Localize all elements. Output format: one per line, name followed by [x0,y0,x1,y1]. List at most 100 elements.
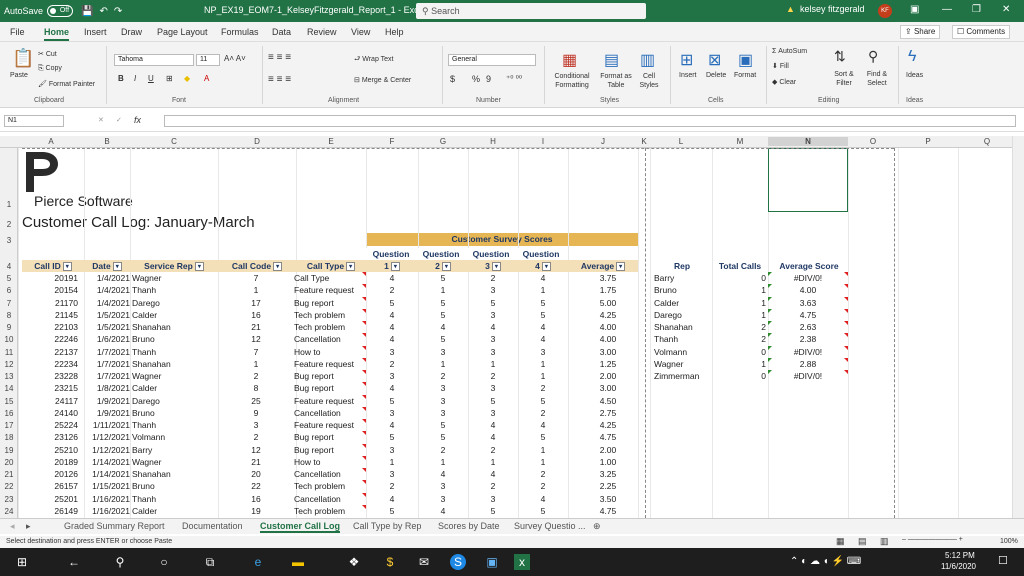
date-cell[interactable]: 1/7/2021 [84,358,130,370]
task-view-icon[interactable]: ⧉ [202,554,218,570]
rep-average-cell[interactable]: #DIV/0! [770,346,846,358]
average-cell[interactable]: 2.25 [578,480,638,492]
service-rep-cell[interactable]: Bruno [132,333,218,345]
normal-view-icon[interactable]: ▦ [836,536,845,547]
q2-cell[interactable]: 5 [418,309,468,321]
table-header[interactable]: Date ▾ [84,260,130,272]
average-cell[interactable]: 2.75 [578,407,638,419]
back-icon[interactable]: ← [66,554,82,570]
sheet-tab-survey[interactable]: Survey Questio ... [514,521,586,531]
call-type-cell[interactable]: Bug report [294,431,366,443]
call-type-cell[interactable]: Bug report [294,382,366,394]
notifications-icon[interactable]: ☐ [998,554,1008,567]
sheet-tab-documentation[interactable]: Documentation [182,521,243,531]
call-code-cell[interactable]: 16 [218,493,294,505]
q3-cell[interactable]: 2 [468,272,518,284]
call-code-cell[interactable]: 8 [218,382,294,394]
call-id-cell[interactable]: 24117 [22,395,78,407]
average-cell[interactable]: 4.50 [578,395,638,407]
filter-dropdown-icon[interactable]: ▾ [194,262,204,272]
q1-cell[interactable]: 4 [366,493,418,505]
q4-cell[interactable]: 4 [518,333,568,345]
call-id-cell[interactable]: 21170 [22,297,78,309]
service-rep-cell[interactable]: Bruno [132,480,218,492]
q4-cell[interactable]: 4 [518,321,568,333]
rep-average-cell[interactable]: 3.63 [770,297,846,309]
call-id-cell[interactable]: 22246 [22,333,78,345]
zoom-slider[interactable]: – ——————— + [902,536,963,543]
call-code-cell[interactable]: 16 [218,309,294,321]
filter-dropdown-icon[interactable]: ▾ [390,262,400,272]
q4-cell[interactable]: 5 [518,431,568,443]
call-code-cell[interactable]: 9 [218,407,294,419]
average-cell[interactable]: 4.25 [578,309,638,321]
call-id-cell[interactable]: 25224 [22,419,78,431]
date-cell[interactable]: 1/12/2021 [84,431,130,443]
rep-total-calls-cell[interactable]: 0 [712,272,766,284]
call-type-cell[interactable]: Tech problem [294,480,366,492]
q2-cell[interactable]: 5 [418,333,468,345]
average-score-header[interactable]: Average Score [770,260,848,272]
rep-name-cell[interactable]: Shanahan [654,321,710,333]
rep-total-calls-cell[interactable]: 1 [712,284,766,296]
filter-dropdown-icon[interactable]: ▾ [346,262,356,272]
call-type-cell[interactable]: Feature request [294,284,366,296]
service-rep-cell[interactable]: Darego [132,297,218,309]
call-code-cell[interactable]: 12 [218,333,294,345]
q3-cell[interactable]: 5 [468,297,518,309]
q3-cell[interactable]: 4 [468,431,518,443]
call-id-cell[interactable]: 22103 [22,321,78,333]
call-code-cell[interactable]: 1 [218,284,294,296]
service-rep-cell[interactable]: Thanh [132,419,218,431]
q4-cell[interactable]: 1 [518,370,568,382]
q1-cell[interactable]: 2 [366,480,418,492]
selected-cell[interactable] [768,148,848,212]
average-cell[interactable]: 3.00 [578,382,638,394]
vertical-scrollbar[interactable] [1012,136,1024,518]
rep-name-cell[interactable]: Barry [654,272,710,284]
filter-dropdown-icon[interactable]: ▾ [616,262,626,272]
sheet-tab-call-type[interactable]: Call Type by Rep [353,521,421,531]
date-cell[interactable]: 1/5/2021 [84,321,130,333]
service-rep-cell[interactable]: Thanh [132,284,218,296]
q2-cell[interactable]: 5 [418,431,468,443]
page-layout-icon[interactable]: ▤ [858,536,867,547]
q2-cell[interactable]: 1 [418,284,468,296]
call-type-cell[interactable]: Bug report [294,444,366,456]
service-rep-cell[interactable]: Thanh [132,493,218,505]
q2-cell[interactable]: 2 [418,444,468,456]
q1-cell[interactable]: 4 [366,419,418,431]
rep-average-cell[interactable]: 4.00 [770,284,846,296]
q2-cell[interactable]: 4 [418,505,468,517]
q3-cell[interactable]: 3 [468,346,518,358]
rep-total-calls-cell[interactable]: 0 [712,370,766,382]
average-cell[interactable]: 3.75 [578,272,638,284]
filter-dropdown-icon[interactable]: ▾ [273,262,283,272]
system-tray-icons[interactable]: ⌃ ◐ ☁ ◖ ⚡ ⌨ [790,556,861,567]
service-rep-cell[interactable]: Calder [132,505,218,517]
question-label[interactable]: Question [516,248,566,260]
q4-cell[interactable]: 4 [518,419,568,431]
average-cell[interactable]: 4.75 [578,505,638,517]
call-id-cell[interactable]: 23228 [22,370,78,382]
q4-cell[interactable]: 1 [518,284,568,296]
q3-cell[interactable]: 1 [468,456,518,468]
call-type-cell[interactable]: Cancellation [294,333,366,345]
q4-cell[interactable]: 1 [518,444,568,456]
q3-cell[interactable]: 3 [468,493,518,505]
store-icon[interactable]: ▣ [484,554,500,570]
service-rep-cell[interactable]: Calder [132,382,218,394]
call-type-cell[interactable]: Cancellation [294,468,366,480]
q4-cell[interactable]: 3 [518,346,568,358]
q3-cell[interactable]: 2 [468,444,518,456]
q2-cell[interactable]: 5 [418,272,468,284]
q1-cell[interactable]: 3 [366,346,418,358]
call-code-cell[interactable]: 12 [218,444,294,456]
date-cell[interactable]: 1/7/2021 [84,346,130,358]
call-code-cell[interactable]: 19 [218,505,294,517]
q1-cell[interactable]: 3 [366,407,418,419]
q3-cell[interactable]: 4 [468,419,518,431]
rep-total-calls-cell[interactable]: 2 [712,333,766,345]
service-rep-cell[interactable]: Darego [132,395,218,407]
q3-cell[interactable]: 2 [468,480,518,492]
